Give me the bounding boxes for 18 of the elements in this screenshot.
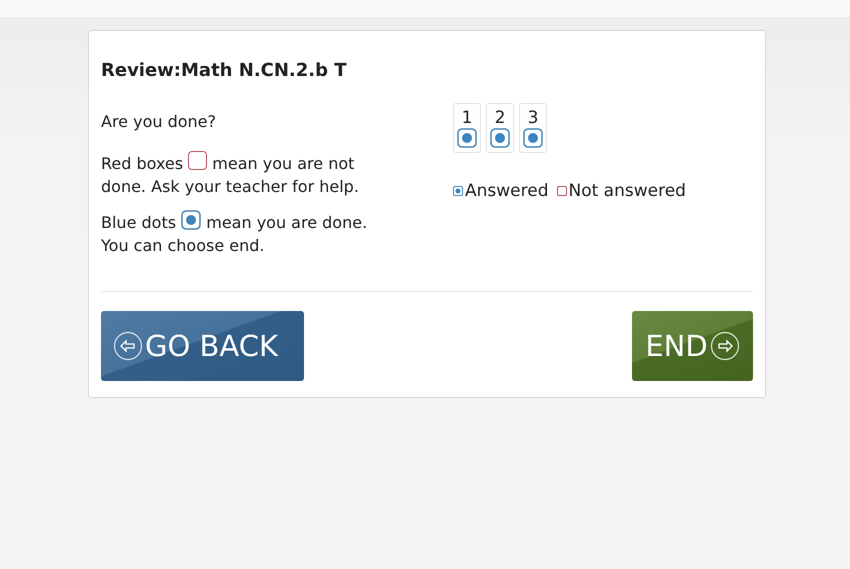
legend-label: Answered	[465, 181, 548, 201]
unanswered-box-icon	[556, 186, 566, 196]
review-title: Review:Math N.CN.2.b T	[101, 60, 348, 81]
prompt-text: Are you done?	[101, 112, 216, 131]
note-text: Red boxes	[101, 154, 184, 173]
end-button[interactable]: END	[632, 311, 753, 381]
question-tile[interactable]: 3	[519, 103, 547, 153]
note-text: mean you are done.	[206, 213, 368, 232]
question-tile[interactable]: 2	[486, 103, 514, 153]
note-text: Blue dots	[101, 213, 176, 232]
legend-label: Not answered	[568, 181, 686, 201]
note-text: mean you are not	[212, 154, 354, 173]
go-back-button[interactable]: GO BACK	[101, 311, 304, 381]
answered-dot-icon	[453, 186, 463, 196]
question-tile[interactable]: 1	[453, 103, 481, 153]
note-text: done. Ask your teacher for help.	[101, 177, 359, 196]
unanswered-box-icon	[188, 151, 208, 170]
note-text: You can choose end.	[101, 236, 264, 255]
